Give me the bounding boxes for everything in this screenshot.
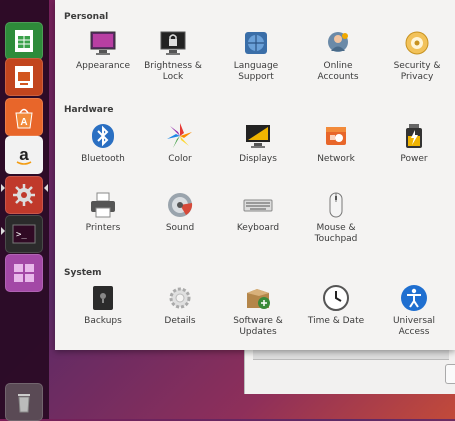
system-settings-icon[interactable] (5, 176, 43, 214)
backups-label: Backups (84, 316, 122, 326)
printers-label: Printers (85, 223, 121, 233)
time-date-tile[interactable]: Time & Date (305, 283, 367, 327)
language-support-icon (245, 32, 267, 54)
language-support-tile[interactable]: Language Support (225, 28, 287, 83)
details-tile[interactable]: Details (149, 283, 211, 327)
power-icon (406, 124, 422, 148)
libreoffice-impress-icon[interactable] (5, 58, 43, 96)
launcher: A a >_ (0, 0, 49, 421)
time-date-label: Time & Date (307, 316, 365, 326)
section-title-hardware: Hardware (64, 105, 114, 115)
amazon-icon[interactable]: a (5, 136, 43, 174)
bluetooth-label: Bluetooth (81, 154, 125, 164)
details-icon (169, 287, 191, 309)
appearance-label: Appearance (75, 61, 131, 71)
appearance-tile[interactable]: Appearance (72, 28, 134, 72)
network-tile[interactable]: Network (305, 121, 367, 165)
keyboard-icon (243, 199, 273, 212)
online-accounts-label: Online Accounts (317, 61, 359, 82)
software-updates-label: Software & Updates (233, 316, 283, 337)
online-accounts-icon (328, 32, 348, 52)
backups-icon (93, 286, 113, 310)
terminal-icon[interactable]: >_ (5, 215, 43, 253)
time-date-icon (323, 285, 349, 311)
sound-tile[interactable]: Sound (149, 190, 211, 234)
section-title-personal: Personal (64, 12, 109, 22)
mouse-touchpad-label: Mouse & Touchpad (314, 223, 358, 244)
software-updates-icon (247, 289, 270, 309)
displays-label: Displays (239, 154, 277, 164)
security-privacy-icon (405, 31, 429, 55)
network-icon (326, 127, 346, 145)
universal-access-label: Universal Access (392, 316, 436, 337)
language-support-label: Language Support (233, 61, 279, 82)
svg-text:>_: >_ (16, 230, 27, 240)
keyboard-label: Keyboard (236, 223, 280, 233)
backups-tile[interactable]: Backups (72, 283, 134, 327)
brightness-lock-label: Brightness & Lock (144, 61, 202, 82)
online-accounts-tile[interactable]: Online Accounts (307, 28, 369, 83)
sound-icon (168, 193, 193, 217)
workspace-switcher-icon[interactable] (5, 254, 43, 292)
security-privacy-label: Security & Privacy (393, 61, 441, 82)
printers-tile[interactable]: Printers (72, 190, 134, 234)
universal-access-icon (401, 285, 427, 311)
brightness-lock-tile[interactable]: Brightness & Lock (142, 28, 204, 83)
details-label: Details (164, 316, 196, 326)
software-updates-tile[interactable]: Software & Updates (227, 283, 289, 338)
svg-text:a: a (19, 145, 29, 164)
brightness-lock-icon (160, 31, 186, 55)
network-label: Network (317, 154, 355, 164)
software-center-icon[interactable]: A (5, 98, 43, 136)
appearance-icon (90, 31, 116, 55)
libreoffice-calc-icon[interactable] (5, 22, 43, 60)
sound-label: Sound (165, 223, 195, 233)
trash-icon[interactable] (5, 383, 43, 421)
mouse-touchpad-icon (329, 192, 343, 218)
color-label: Color (168, 154, 192, 164)
color-icon (167, 123, 192, 148)
power-tile[interactable]: Power (383, 121, 445, 165)
security-privacy-tile[interactable]: Security & Privacy (386, 28, 448, 83)
printers-icon (91, 192, 115, 218)
bluetooth-icon (92, 124, 114, 148)
background-window-panel (253, 350, 449, 360)
svg-text:A: A (20, 117, 27, 128)
system-settings-window: Personal Appearance Brightness & Lock La… (55, 0, 455, 350)
displays-tile[interactable]: Displays (227, 121, 289, 165)
mouse-touchpad-tile[interactable]: Mouse & Touchpad (305, 190, 367, 245)
universal-access-tile[interactable]: Universal Access (383, 283, 445, 338)
background-window-button[interactable] (445, 364, 455, 384)
displays-icon (246, 125, 270, 148)
keyboard-tile[interactable]: Keyboard (227, 190, 289, 234)
bluetooth-tile[interactable]: Bluetooth (72, 121, 134, 165)
color-tile[interactable]: Color (149, 121, 211, 165)
background-window (244, 350, 455, 394)
power-label: Power (400, 154, 428, 164)
section-title-system: System (64, 268, 102, 278)
